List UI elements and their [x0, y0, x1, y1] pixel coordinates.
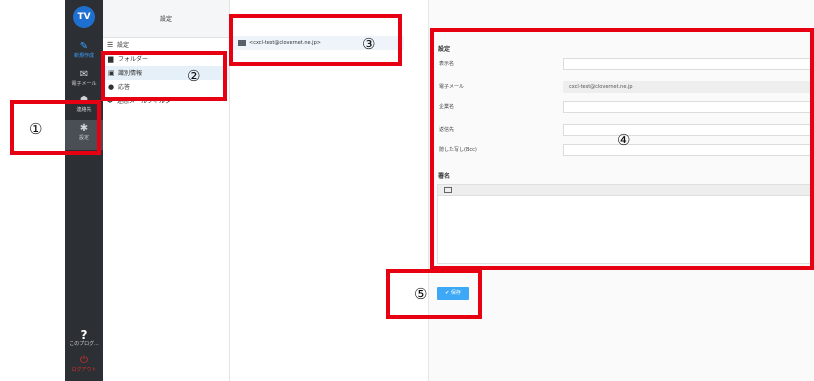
app-sidebar: TV ✎ 新規作成 ✉ 電子メール ☗ 連絡先 ✱ 設定 ? このプログ... …: [65, 0, 103, 381]
annotation-number-3: ③: [362, 35, 376, 53]
annotation-number-2: ②: [187, 67, 201, 85]
screenshot-root: TV ✎ 新規作成 ✉ 電子メール ☗ 連絡先 ✱ 設定 ? このプログ... …: [0, 0, 814, 381]
annotation-box-1: [10, 100, 101, 155]
annotation-box-5: [386, 269, 482, 319]
sidebar-compose[interactable]: ✎ 新規作成: [65, 38, 103, 66]
pencil-icon: ✎: [79, 41, 89, 52]
sidebar-logout-label: ログアウト: [71, 367, 97, 373]
mail-icon: ✉: [79, 69, 89, 80]
sidebar-mail[interactable]: ✉ 電子メール: [65, 66, 103, 94]
annotation-box-3: [229, 14, 402, 66]
sidebar-help[interactable]: ? このプログ...: [65, 326, 103, 352]
power-icon: ⏻: [80, 355, 88, 366]
question-icon: ?: [80, 328, 88, 342]
menu-item-preferences[interactable]: ☰ 設定: [103, 38, 229, 52]
settings-menu-header: 設定: [103, 0, 229, 38]
annotation-number-5: ⑤: [414, 285, 428, 303]
list-icon: ☰: [107, 41, 114, 49]
sidebar-mail-label: 電子メール: [71, 81, 97, 87]
annotation-box-2: [101, 51, 227, 101]
menu-item-label: 設定: [117, 42, 130, 49]
app-logo: TV: [73, 6, 95, 28]
annotation-number-1: ①: [29, 120, 43, 138]
sidebar-help-label: このプログ...: [69, 341, 99, 347]
sidebar-logout[interactable]: ⏻ ログアウト: [65, 352, 103, 380]
annotation-number-4: ④: [617, 131, 631, 149]
sidebar-compose-label: 新規作成: [73, 53, 94, 59]
annotation-box-4: [430, 28, 814, 270]
